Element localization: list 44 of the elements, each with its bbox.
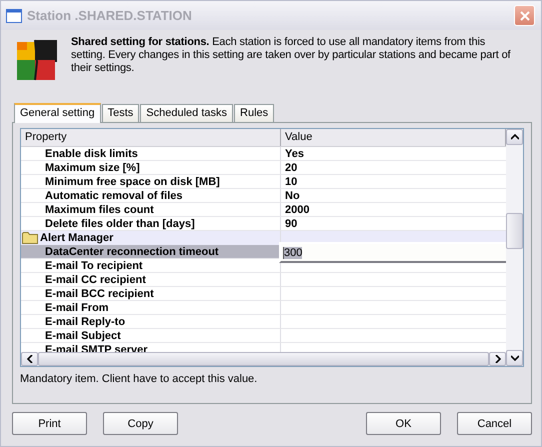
property-cell[interactable]: Enable disk limits [21, 147, 281, 161]
header-description: Shared setting for stations. Each station is forced to use all mandatory items from this setting. Every changes in this setting are taken over by particular stations and became part of their settings. [71, 36, 512, 76]
property-cell[interactable]: Minimum free space on disk [MB] [21, 175, 281, 189]
window-title: Station .SHARED.STATION [27, 8, 193, 23]
value-cell-text: 90 [284, 218, 298, 230]
property-cell[interactable]: Maximum files count [21, 203, 281, 217]
column-header[interactable]: Property [21, 129, 281, 146]
property-cell[interactable]: Maximum size [%] [21, 161, 281, 175]
scroll-right-button[interactable] [489, 352, 506, 366]
property-cell[interactable]: E-mail Reply-to [21, 315, 281, 329]
value-cell-text: 20 [284, 162, 298, 174]
dialog-button[interactable]: OK [366, 412, 441, 435]
group-label: Alert Manager [40, 232, 114, 244]
value-input-field[interactable]: 300 [279, 242, 506, 263]
tab[interactable]: General setting [14, 103, 101, 123]
value-cell-text: Yes [284, 148, 304, 160]
scroll-down-button[interactable] [506, 350, 523, 366]
close-icon [518, 10, 530, 22]
status-text: Mandatory item. Client have to accept this value. [20, 372, 258, 385]
property-cell[interactable]: E-mail CC recipient [21, 273, 281, 287]
window-icon [6, 8, 22, 22]
vertical-scrollbar[interactable] [506, 129, 523, 366]
dialog-button[interactable]: Print [12, 412, 87, 435]
property-cell[interactable]: DataCenter reconnection timeout [21, 245, 281, 259]
scroll-up-button[interactable] [506, 129, 523, 145]
tab[interactable]: Tests [102, 104, 140, 122]
close-button[interactable] [514, 5, 535, 26]
property-cell[interactable]: E-mail BCC recipient [21, 287, 281, 301]
tab[interactable]: Scheduled tasks [140, 104, 234, 122]
property-cell[interactable]: Automatic removal of files [21, 189, 281, 203]
group-row[interactable]: Alert Manager [21, 231, 506, 245]
scrollbar-thumb[interactable] [506, 213, 523, 249]
scroll-left-button[interactable] [21, 352, 38, 366]
dialog-button[interactable]: Cancel [457, 412, 532, 435]
value-cell-text: No [284, 190, 300, 202]
property-cell[interactable]: E-mail Subject [21, 329, 281, 343]
value-cell-text: 2000 [284, 204, 310, 216]
value-cell-text: 10 [284, 176, 298, 188]
folder-icon [22, 231, 38, 244]
tab[interactable]: Rules [234, 104, 274, 122]
logo-icon [15, 38, 59, 82]
dialog-button[interactable]: Copy [103, 412, 178, 435]
property-cell[interactable]: E-mail To recipient [21, 259, 281, 273]
property-cell[interactable]: E-mail From [21, 301, 281, 315]
